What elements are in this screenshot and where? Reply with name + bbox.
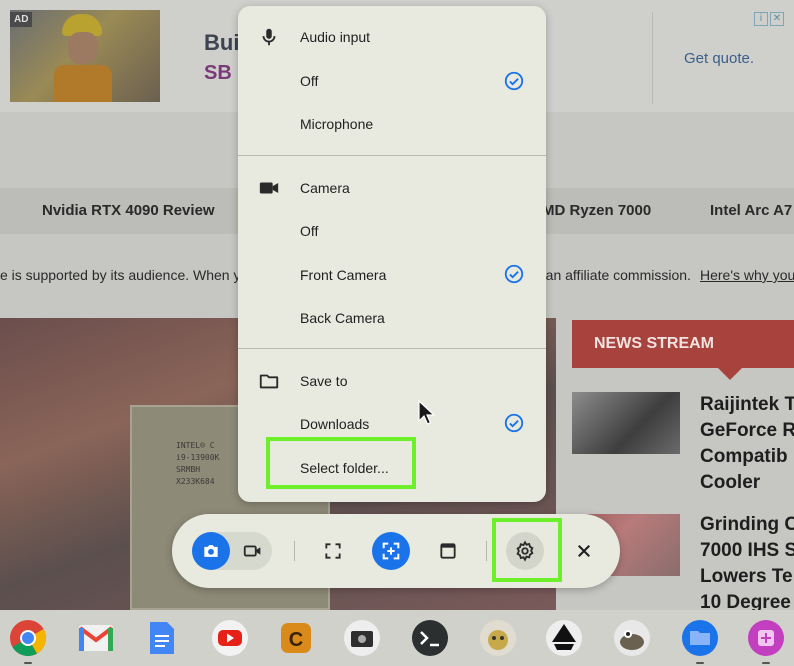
camera-option-front[interactable]: Front Camera [300,267,386,283]
audio-option-off[interactable]: Off [300,73,318,89]
window-icon [440,543,456,559]
news-item-title[interactable]: Raijintek T GeForce R Compatib Cooler [700,392,794,496]
youtube-app-icon[interactable] [210,618,250,658]
fullscreen-capture-button[interactable] [314,532,352,570]
partial-screen-icon [382,542,400,560]
news-thumbnail[interactable] [572,392,680,454]
ad-logo: SB [204,62,232,84]
ad-cta-link[interactable]: Get quote. [684,50,754,67]
ad-tag: AD [10,12,33,27]
ad-divider [652,12,653,104]
microphone-icon [262,28,276,46]
check-circle-icon [504,71,524,91]
toolbar-divider [294,541,295,561]
mascot-app-icon[interactable] [478,618,518,658]
disclaimer-text: e is supported by its audience. When yo [0,267,249,283]
disclaimer-text: n an affiliate commission. [534,267,691,283]
docs-app-icon[interactable] [142,618,182,658]
check-circle-icon [504,264,524,284]
news-item-title[interactable]: Grinding C 7000 IHS S Lowers Te 10 Degre… [700,512,794,610]
running-indicator [696,662,704,664]
system-shelf: C [0,610,794,666]
files-app-icon[interactable] [680,618,720,658]
camera-title: Camera [300,180,350,196]
fullscreen-icon [325,543,341,559]
mouse-cursor-icon [418,400,436,425]
select-folder-highlight [266,437,416,489]
capture-settings-menu: Audio input Off Microphone Camera Off Fr… [238,6,546,502]
disclaimer-link[interactable]: Here's why you [700,267,794,283]
folder-icon [259,374,279,389]
ad-close-icon[interactable]: ✕ [770,12,784,26]
chip-engraving: INTEL® C i9-13900K SRMBH X233K684 [176,441,220,486]
camera-app-icon[interactable] [342,618,382,658]
ad-photo [10,10,160,102]
inkscape-app-icon[interactable] [544,618,584,658]
running-indicator [762,662,770,664]
camera-option-off[interactable]: Off [300,223,318,239]
ad-info-icon[interactable]: i [754,12,768,26]
running-indicator [24,662,32,664]
capture-mode-toolbar [172,514,620,588]
close-capture-button[interactable] [565,532,603,570]
nav-item[interactable]: MD Ryzen 7000 [542,202,651,219]
camera-icon [204,545,218,557]
menu-divider [238,348,546,349]
purple-app-icon[interactable] [746,618,786,658]
camera-option-back[interactable]: Back Camera [300,310,385,326]
screenshot-mode-button[interactable] [192,532,230,570]
close-icon [578,545,590,557]
save-to-title: Save to [300,373,348,389]
video-camera-icon [243,545,261,557]
nav-item[interactable]: Nvidia RTX 4090 Review [42,202,215,219]
settings-highlight [492,518,562,582]
audio-option-microphone[interactable]: Microphone [300,116,373,132]
chrome-app-icon[interactable] [8,618,48,658]
svg-text:C: C [289,629,303,651]
screen-record-mode-button[interactable] [234,532,272,570]
news-stream-header: NEWS STREAM [572,320,794,368]
terminal-app-icon[interactable] [410,618,450,658]
audio-input-title: Audio input [300,29,371,45]
video-camera-icon [259,182,279,194]
toolbar-divider [486,541,487,561]
news-header-notch [718,368,742,380]
c-app-icon[interactable]: C [276,618,316,658]
gmail-app-icon[interactable] [76,618,116,658]
window-capture-button[interactable] [429,532,467,570]
partial-capture-button[interactable] [372,532,410,570]
save-option-downloads[interactable]: Downloads [300,416,369,432]
menu-divider [238,155,546,156]
gimp-app-icon[interactable] [612,618,652,658]
nav-item[interactable]: Intel Arc A7 [710,202,792,219]
check-circle-icon [504,413,524,433]
